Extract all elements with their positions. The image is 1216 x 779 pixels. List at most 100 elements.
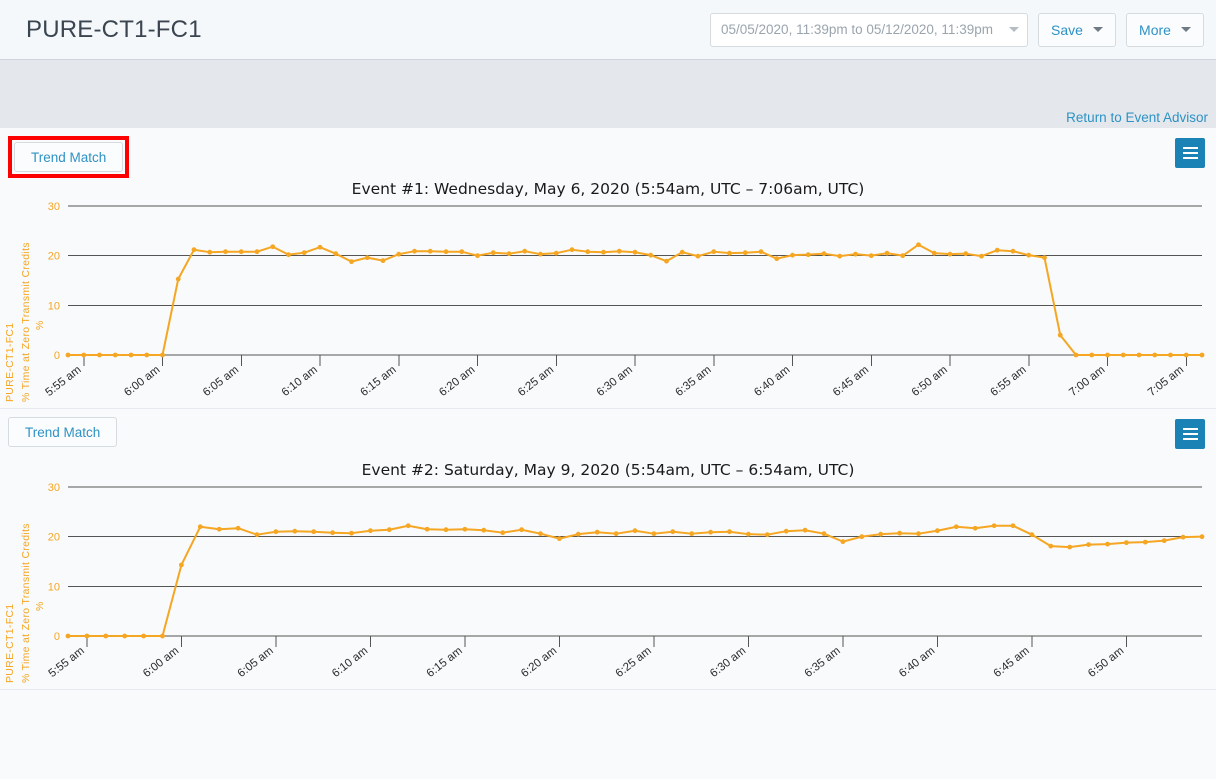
series-data-point[interactable]	[679, 249, 685, 255]
series-data-point[interactable]	[783, 528, 789, 534]
series-data-point[interactable]	[979, 253, 984, 259]
series-data-point[interactable]	[179, 562, 184, 568]
series-data-point[interactable]	[1089, 352, 1095, 358]
series-data-point[interactable]	[1142, 539, 1148, 545]
series-data-point[interactable]	[122, 633, 128, 639]
series-data-point[interactable]	[1073, 352, 1079, 358]
series-data-point[interactable]	[963, 251, 969, 257]
series-data-point[interactable]	[1048, 543, 1054, 549]
series-data-point[interactable]	[112, 352, 118, 358]
series-data-point[interactable]	[1124, 540, 1129, 546]
series-data-point[interactable]	[424, 526, 430, 532]
series-data-point[interactable]	[553, 250, 559, 256]
series-data-point[interactable]	[475, 253, 480, 259]
series-data-point[interactable]	[160, 633, 165, 639]
series-data-point[interactable]	[1199, 534, 1205, 540]
series-data-point[interactable]	[238, 249, 244, 255]
series-data-point[interactable]	[802, 527, 808, 533]
series-data-point[interactable]	[65, 633, 71, 639]
date-range-picker[interactable]: 05/05/2020, 11:39pm to 05/12/2020, 11:39…	[710, 12, 1028, 47]
series-data-point[interactable]	[953, 524, 959, 530]
series-data-point[interactable]	[427, 248, 433, 254]
series-data-point[interactable]	[897, 530, 902, 536]
save-button[interactable]: Save	[1038, 12, 1116, 47]
chart-menu-button[interactable]	[1175, 138, 1205, 168]
series-data-point[interactable]	[935, 528, 940, 534]
series-data-point[interactable]	[884, 250, 890, 256]
series-data-point[interactable]	[191, 247, 197, 253]
series-data-point[interactable]	[311, 529, 317, 535]
series-data-point[interactable]	[128, 352, 134, 358]
series-data-point[interactable]	[1067, 544, 1073, 550]
series-data-point[interactable]	[742, 250, 748, 256]
series-data-point[interactable]	[292, 528, 298, 534]
series-data-point[interactable]	[689, 531, 695, 537]
series-data-point[interactable]	[670, 529, 676, 535]
series-data-point[interactable]	[207, 249, 213, 255]
series-data-point[interactable]	[301, 250, 307, 256]
series-data-point[interactable]	[1183, 352, 1189, 358]
series-data-point[interactable]	[1199, 352, 1205, 358]
series-data-point[interactable]	[386, 527, 392, 533]
series-data-point[interactable]	[519, 527, 524, 533]
series-data-point[interactable]	[1105, 541, 1110, 547]
series-data-point[interactable]	[594, 529, 600, 535]
series-data-point[interactable]	[708, 529, 713, 535]
series-data-point[interactable]	[821, 251, 827, 257]
series-data-point[interactable]	[651, 531, 657, 537]
series-data-point[interactable]	[616, 248, 622, 254]
series-data-point[interactable]	[538, 251, 543, 257]
series-data-point[interactable]	[1086, 542, 1091, 548]
series-data-point[interactable]	[664, 258, 669, 264]
series-data-point[interactable]	[1010, 248, 1016, 254]
series-data-point[interactable]	[821, 531, 827, 537]
series-data-point[interactable]	[481, 527, 487, 533]
series-data-point[interactable]	[97, 352, 102, 358]
series-data-point[interactable]	[103, 633, 109, 639]
series-data-point[interactable]	[972, 525, 978, 531]
series-data-point[interactable]	[459, 249, 465, 255]
series-data-point[interactable]	[746, 531, 751, 537]
series-data-point[interactable]	[144, 352, 150, 358]
series-data-point[interactable]	[368, 528, 373, 534]
series-data-point[interactable]	[805, 252, 811, 258]
chart-menu-button[interactable]	[1175, 419, 1205, 449]
series-data-point[interactable]	[632, 249, 638, 255]
series-data-point[interactable]	[223, 249, 228, 255]
series-data-point[interactable]	[1057, 332, 1063, 338]
series-data-point[interactable]	[506, 251, 512, 257]
series-data-point[interactable]	[490, 250, 496, 256]
series-data-point[interactable]	[853, 251, 858, 257]
series-data-point[interactable]	[601, 249, 606, 255]
series-data-point[interactable]	[81, 352, 87, 358]
series-data-point[interactable]	[648, 252, 654, 258]
series-data-point[interactable]	[197, 524, 203, 530]
series-data-point[interactable]	[840, 539, 846, 545]
series-data-point[interactable]	[65, 352, 71, 358]
series-data-point[interactable]	[613, 531, 619, 537]
series-data-point[interactable]	[931, 250, 937, 256]
series-data-point[interactable]	[994, 247, 1000, 253]
series-data-point[interactable]	[711, 249, 717, 255]
series-data-point[interactable]	[270, 244, 276, 250]
series-data-point[interactable]	[349, 259, 354, 265]
trend-match-button[interactable]: Trend Match	[8, 417, 118, 447]
series-data-point[interactable]	[443, 249, 449, 255]
series-data-point[interactable]	[216, 526, 222, 532]
series-data-point[interactable]	[380, 258, 386, 264]
series-data-point[interactable]	[1042, 255, 1047, 261]
series-data-point[interactable]	[1010, 523, 1016, 529]
series-data-point[interactable]	[141, 633, 147, 639]
series-data-point[interactable]	[695, 253, 701, 259]
series-data-point[interactable]	[878, 531, 884, 537]
series-data-point[interactable]	[916, 531, 921, 537]
series-data-point[interactable]	[330, 530, 335, 536]
series-data-point[interactable]	[1105, 352, 1110, 358]
series-data-point[interactable]	[1152, 352, 1158, 358]
series-data-point[interactable]	[585, 249, 591, 255]
more-button[interactable]: More	[1126, 12, 1204, 47]
series-data-point[interactable]	[774, 256, 780, 262]
series-data-point[interactable]	[575, 531, 581, 537]
series-data-point[interactable]	[557, 536, 562, 542]
series-data-point[interactable]	[727, 529, 732, 535]
